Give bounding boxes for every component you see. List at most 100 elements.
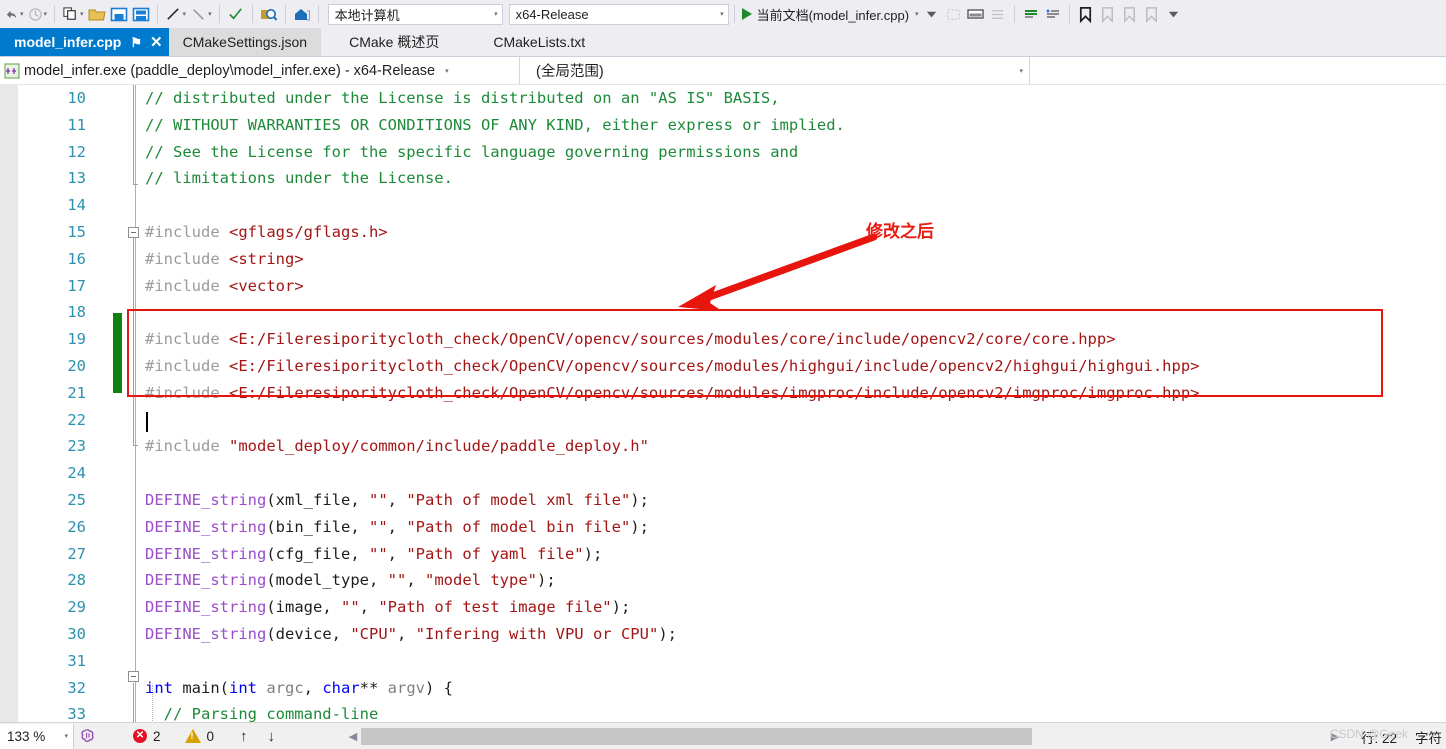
redo-button[interactable]: ▾ bbox=[26, 3, 50, 25]
code-line[interactable]: 18 bbox=[0, 299, 1446, 326]
code-line[interactable]: 26 DEFINE_string(bin_file, "", "Path of m… bbox=[0, 514, 1446, 541]
platform-combo[interactable]: 本地计算机 ▾ bbox=[327, 3, 503, 25]
chevron-down-icon[interactable]: ▾ bbox=[64, 732, 68, 740]
code-line[interactable]: 13 // limitations under the License. bbox=[0, 165, 1446, 192]
save-all-button[interactable] bbox=[130, 3, 152, 25]
line-text[interactable]: #include <E:/Fileresiporitycloth_check/O… bbox=[145, 326, 1116, 353]
attach-process-button[interactable] bbox=[943, 3, 965, 25]
tab-cmakelists-txt[interactable]: CMakeLists.txt bbox=[467, 28, 612, 56]
error-count-item[interactable]: ✕ 2 bbox=[107, 729, 171, 744]
code-editor[interactable]: 10 // distributed under the License is di… bbox=[0, 85, 1446, 722]
scrollbar-track[interactable] bbox=[361, 727, 1348, 745]
window-layout-button[interactable] bbox=[965, 3, 987, 25]
chevron-down-icon[interactable]: ▾ bbox=[1019, 67, 1023, 75]
code-line[interactable]: 10 // distributed under the License is di… bbox=[0, 85, 1446, 112]
indent-block-button[interactable] bbox=[987, 3, 1009, 25]
chevron-down-icon[interactable]: ▾ bbox=[494, 10, 498, 18]
member-combo[interactable] bbox=[1030, 57, 1446, 84]
new-window-button[interactable]: ▾ bbox=[60, 3, 86, 25]
code-line[interactable]: 25 DEFINE_string(xml_file, "", "Path of m… bbox=[0, 487, 1446, 514]
code-line[interactable]: 29 DEFINE_string(image, "", "Path of test… bbox=[0, 594, 1446, 621]
line-text[interactable]: DEFINE_string(device, "CPU", "Infering w… bbox=[145, 621, 677, 648]
code-line[interactable]: 11 // WITHOUT WARRANTIES OR CONDITIONS OF… bbox=[0, 112, 1446, 139]
line-text[interactable]: // Parsing command-line bbox=[145, 701, 379, 722]
next-issue-button[interactable]: ↓ bbox=[258, 728, 286, 745]
scroll-left-icon[interactable]: ◀ bbox=[345, 730, 361, 743]
line-text[interactable]: #include <string> bbox=[145, 246, 304, 273]
step-into-chevron-icon[interactable]: ▾ bbox=[183, 11, 187, 18]
code-line[interactable]: 31 bbox=[0, 648, 1446, 675]
code-line[interactable]: 14 bbox=[0, 192, 1446, 219]
next-bookmark-button[interactable] bbox=[1119, 3, 1141, 25]
step-into-button[interactable]: ▾ bbox=[163, 3, 189, 25]
line-text[interactable]: // distributed under the License is dist… bbox=[145, 85, 780, 112]
chevron-down-icon[interactable]: ▾ bbox=[720, 10, 724, 18]
code-line[interactable]: 27 DEFINE_string(cfg_file, "", "Path of y… bbox=[0, 541, 1446, 568]
project-combo[interactable]: model_infer.exe (paddle_deploy\model_inf… bbox=[0, 57, 520, 84]
code-line[interactable]: 30 DEFINE_string(device, "CPU", "Infering… bbox=[0, 621, 1446, 648]
step-over-chevron-icon[interactable]: ▾ bbox=[208, 11, 212, 18]
scope-combo[interactable]: (全局范围) ▾ bbox=[520, 57, 1030, 84]
line-text[interactable]: int main(int argc, char** argv) { bbox=[145, 675, 453, 702]
code-line[interactable]: 15 #include <gflags/gflags.h> bbox=[0, 219, 1446, 246]
new-window-chevron-icon[interactable]: ▾ bbox=[80, 11, 84, 18]
scrollbar-thumb[interactable] bbox=[361, 727, 1033, 745]
code-lines[interactable]: 10 // distributed under the License is di… bbox=[0, 85, 1446, 722]
code-line[interactable]: 19 #include <E:/Fileresiporitycloth_check… bbox=[0, 326, 1446, 353]
previous-issue-button[interactable]: ↑ bbox=[224, 728, 258, 745]
toggle-bookmark-button[interactable] bbox=[1075, 3, 1097, 25]
line-text[interactable]: #include <E:/Fileresiporitycloth_check/O… bbox=[145, 353, 1200, 380]
tab-cmake-overview[interactable]: CMake 概述页 bbox=[321, 28, 468, 56]
code-line[interactable]: 22 bbox=[0, 407, 1446, 434]
tab-cmakesettings-json[interactable]: CMakeSettings.json bbox=[168, 28, 322, 56]
open-folder-button[interactable] bbox=[86, 3, 108, 25]
clear-bookmarks-button[interactable] bbox=[1141, 3, 1163, 25]
intellisense-status[interactable] bbox=[74, 728, 107, 745]
code-line[interactable]: 33 // Parsing command-line bbox=[0, 701, 1446, 722]
run-options-button[interactable] bbox=[921, 3, 943, 25]
code-line[interactable]: 16 #include <string> bbox=[0, 246, 1446, 273]
horizontal-scrollbar[interactable]: ◀ bbox=[345, 727, 1348, 745]
prev-bookmark-button[interactable] bbox=[1097, 3, 1119, 25]
undo-chevron-icon[interactable]: ▾ bbox=[20, 11, 24, 18]
uncomment-selection-button[interactable] bbox=[1042, 3, 1064, 25]
configuration-combo[interactable]: x64-Release ▾ bbox=[508, 3, 729, 25]
line-text[interactable]: #include <vector> bbox=[145, 273, 304, 300]
line-text[interactable]: DEFINE_string(image, "", "Path of test i… bbox=[145, 594, 630, 621]
line-text[interactable]: #include "model_deploy/common/include/pa… bbox=[145, 433, 649, 460]
line-text[interactable]: DEFINE_string(xml_file, "", "Path of mod… bbox=[145, 487, 649, 514]
line-text[interactable]: DEFINE_string(bin_file, "", "Path of mod… bbox=[145, 514, 649, 541]
run-current-document-button[interactable]: 当前文档(model_infer.cpp) ▾ bbox=[740, 5, 921, 24]
close-icon[interactable]: ✕ bbox=[150, 35, 163, 50]
save-button[interactable] bbox=[108, 3, 130, 25]
code-line[interactable]: 12 // See the License for the specific la… bbox=[0, 139, 1446, 166]
code-line[interactable]: 24 bbox=[0, 460, 1446, 487]
line-text[interactable]: // See the License for the specific lang… bbox=[145, 139, 798, 166]
line-text[interactable]: // WITHOUT WARRANTIES OR CONDITIONS OF A… bbox=[145, 112, 845, 139]
zoom-level-combo[interactable]: 133 % ▾ bbox=[0, 723, 74, 749]
code-line[interactable]: 28 DEFINE_string(model_type, "", "model t… bbox=[0, 567, 1446, 594]
line-text[interactable]: #include <E:/Fileresiporitycloth_check/O… bbox=[145, 380, 1200, 407]
build-check-button[interactable] bbox=[225, 3, 247, 25]
line-text[interactable]: DEFINE_string(cfg_file, "", "Path of yam… bbox=[145, 541, 602, 568]
code-line[interactable]: 17 #include <vector> bbox=[0, 273, 1446, 300]
step-over-button[interactable]: ▾ bbox=[188, 3, 214, 25]
toolbar-overflow-button[interactable] bbox=[1163, 3, 1185, 25]
code-line[interactable]: 21 #include <E:/Fileresiporitycloth_check… bbox=[0, 380, 1446, 407]
tab-model-infer-cpp[interactable]: model_infer.cpp ⚑ ✕ bbox=[0, 28, 169, 56]
line-text[interactable]: #include <gflags/gflags.h> bbox=[145, 219, 388, 246]
home-button[interactable] bbox=[291, 3, 313, 25]
code-line[interactable]: 20 #include <E:/Fileresiporitycloth_check… bbox=[0, 353, 1446, 380]
undo-button[interactable]: ▾ bbox=[2, 3, 26, 25]
line-text[interactable]: // limitations under the License. bbox=[145, 165, 453, 192]
run-chevron-icon[interactable]: ▾ bbox=[915, 11, 919, 18]
code-line[interactable]: 23 #include "model_deploy/common/include/… bbox=[0, 433, 1446, 460]
line-text[interactable]: DEFINE_string(model_type, "", "model typ… bbox=[145, 567, 556, 594]
redo-chevron-icon[interactable]: ▾ bbox=[44, 11, 48, 18]
pin-icon[interactable]: ⚑ bbox=[130, 36, 142, 49]
search-button[interactable] bbox=[258, 3, 280, 25]
code-line[interactable]: 32 int main(int argc, char** argv) { bbox=[0, 675, 1446, 702]
comment-selection-button[interactable] bbox=[1020, 3, 1042, 25]
warning-count-item[interactable]: 0 bbox=[171, 729, 225, 744]
chevron-down-icon[interactable]: ▾ bbox=[445, 67, 449, 75]
